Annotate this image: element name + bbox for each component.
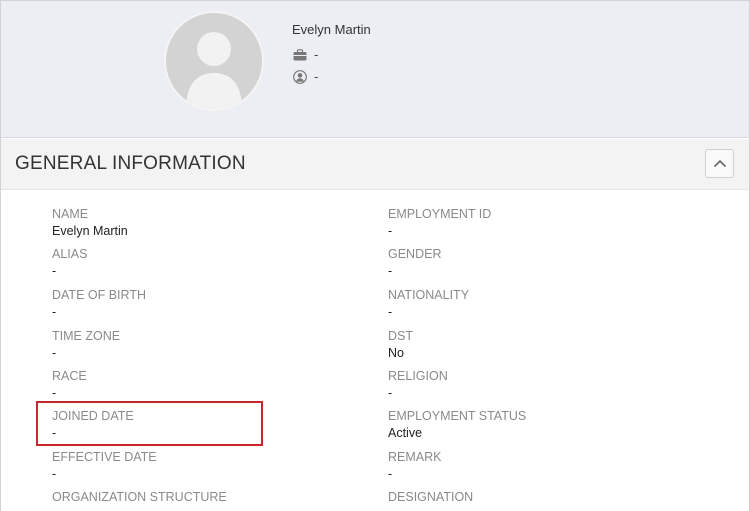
field-label: NAME — [52, 207, 89, 221]
user-value: - — [314, 69, 319, 84]
field-value: - — [52, 305, 57, 319]
section-title: GENERAL INFORMATION — [15, 153, 246, 174]
field-label: DESIGNATION — [388, 490, 474, 504]
field-race: RACE - — [52, 369, 87, 401]
field-remark: REMARK - — [388, 450, 441, 482]
joined-date-highlight-box — [36, 401, 263, 446]
briefcase-icon — [292, 48, 308, 62]
field-time-zone: TIME ZONE - — [52, 329, 120, 361]
field-value: - — [52, 386, 57, 400]
field-label: GENDER — [388, 247, 442, 261]
user-circle-icon — [292, 69, 308, 84]
field-label: RELIGION — [388, 369, 448, 383]
field-alias: ALIAS - — [52, 247, 87, 279]
field-value: - — [388, 467, 393, 481]
field-label: EMPLOYMENT ID — [388, 207, 492, 221]
field-employment-status: EMPLOYMENT STATUS Active — [388, 409, 526, 441]
field-label: DATE OF BIRTH — [52, 288, 146, 302]
field-effective-date: EFFECTIVE DATE - — [52, 450, 157, 482]
user-row: - — [292, 69, 318, 84]
field-label: NATIONALITY — [388, 288, 470, 302]
general-information-header: GENERAL INFORMATION — [1, 139, 749, 190]
field-value: - — [388, 386, 393, 400]
field-value: - — [52, 346, 57, 360]
field-label: EFFECTIVE DATE — [52, 450, 157, 464]
chevron-up-icon — [713, 159, 726, 168]
avatar — [164, 11, 264, 111]
field-label: TIME ZONE — [52, 329, 121, 343]
field-organization-structure: ORGANIZATION STRUCTURE — [52, 490, 227, 504]
job-title-row: - — [292, 47, 318, 62]
field-label: REMARK — [388, 450, 442, 464]
field-designation: DESIGNATION — [388, 490, 473, 504]
field-value: No — [388, 346, 404, 360]
field-value: - — [388, 264, 393, 278]
field-label: DST — [388, 329, 413, 343]
person-silhouette-icon — [186, 32, 242, 109]
field-label: EMPLOYMENT STATUS — [388, 409, 527, 423]
field-value: Active — [388, 426, 423, 440]
field-gender: GENDER - — [388, 247, 441, 279]
field-nationality: NATIONALITY - — [388, 288, 469, 320]
collapse-button[interactable] — [705, 149, 734, 178]
field-name: NAME Evelyn Martin — [52, 207, 128, 239]
field-value: - — [52, 264, 57, 278]
field-employment-id: EMPLOYMENT ID - — [388, 207, 491, 239]
field-religion: RELIGION - — [388, 369, 448, 401]
field-date-of-birth: DATE OF BIRTH - — [52, 288, 146, 320]
field-dst: DST No — [388, 329, 413, 361]
profile-header — [1, 1, 749, 138]
job-title-value: - — [314, 47, 319, 62]
field-value: - — [388, 305, 393, 319]
field-value: - — [388, 224, 393, 238]
field-label: ALIAS — [52, 247, 88, 261]
field-label: ORGANIZATION STRUCTURE — [52, 490, 227, 504]
field-value: Evelyn Martin — [52, 224, 128, 238]
field-value: - — [52, 467, 57, 481]
employee-name: Evelyn Martin — [292, 22, 371, 37]
field-label: RACE — [52, 369, 87, 383]
